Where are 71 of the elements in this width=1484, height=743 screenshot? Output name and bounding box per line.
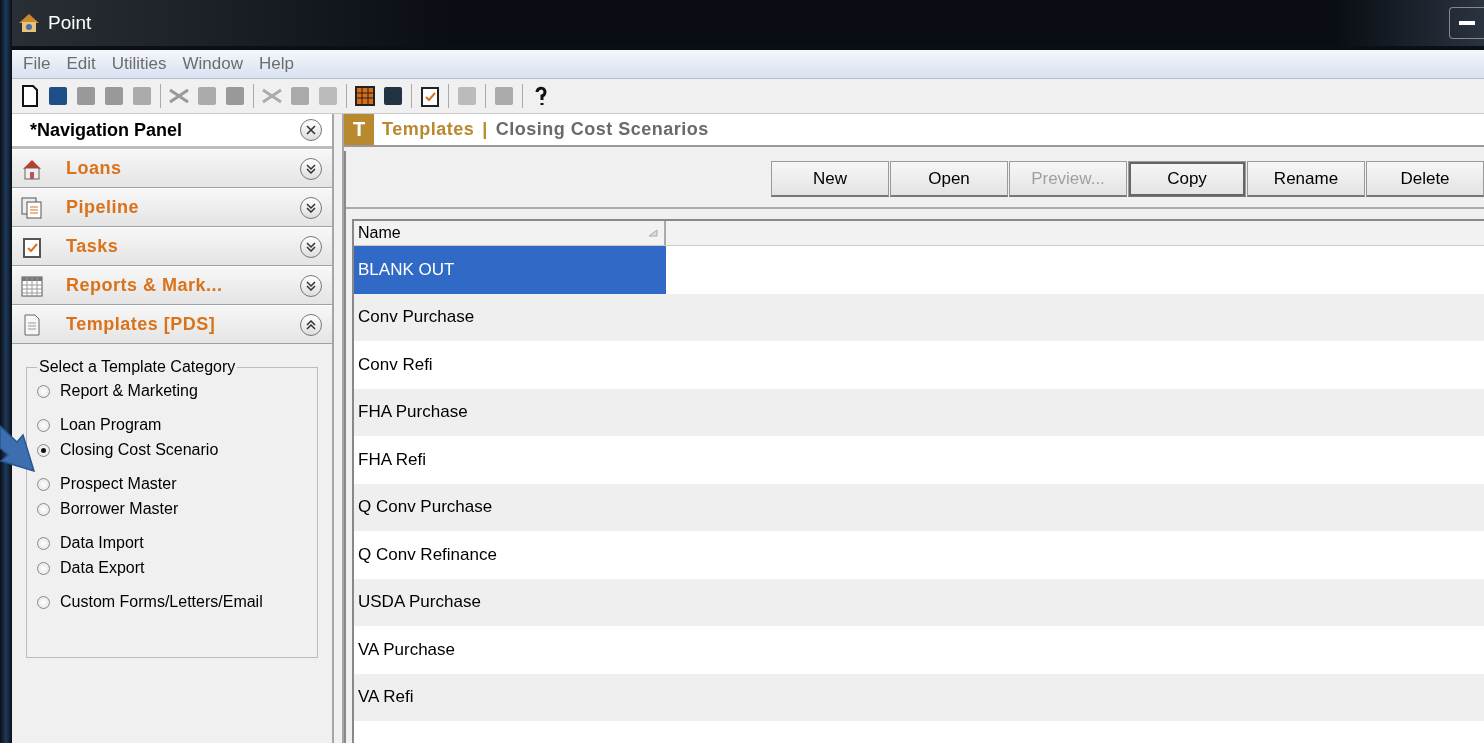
option-label: Data Export — [60, 559, 145, 577]
action-button[interactable]: Rename — [1247, 161, 1365, 197]
radio-option[interactable]: Borrower Master — [37, 500, 307, 518]
action-button[interactable]: Open — [890, 161, 1008, 197]
stacked-pages-icon — [20, 195, 44, 220]
group-title: Select a Template Category — [38, 358, 237, 376]
clipboard-check-icon[interactable] — [418, 84, 442, 108]
panel-title: *Navigation Panel — [30, 119, 183, 141]
radio-option[interactable]: Data Export — [37, 559, 307, 577]
radio-button[interactable] — [37, 595, 50, 609]
expand-button[interactable] — [300, 196, 322, 219]
table-cell[interactable]: Q Conv Refinance — [354, 531, 666, 579]
menu-item[interactable]: File — [16, 54, 58, 74]
radio-button[interactable] — [37, 502, 50, 516]
radio-button[interactable] — [37, 477, 50, 491]
minimize-icon — [1459, 21, 1475, 25]
radio-option[interactable]: Custom Forms/Letters/Email — [37, 593, 307, 611]
chevron-down-icon — [306, 202, 316, 213]
radio-button[interactable] — [37, 418, 50, 432]
radio-option[interactable]: Prospect Master — [37, 475, 307, 493]
close-icon — [306, 125, 316, 135]
window-title: Point — [48, 12, 92, 34]
sort-icon — [648, 229, 658, 237]
minimize-button[interactable] — [1449, 7, 1484, 39]
radio-button[interactable] — [37, 561, 50, 575]
expand-button[interactable] — [300, 235, 322, 258]
radio-button[interactable] — [37, 536, 50, 550]
section-badge: T — [344, 114, 374, 145]
option-label: Prospect Master — [60, 475, 177, 493]
table-cell[interactable]: Conv Refi — [354, 341, 666, 389]
calculator-icon[interactable] — [353, 84, 377, 108]
table-cell[interactable]: BLANK OUT — [354, 246, 666, 294]
breadcrumb-separator: | — [482, 119, 488, 140]
breadcrumb-section: Templates — [382, 119, 475, 140]
radio-option[interactable]: Report & Marketing — [37, 382, 307, 400]
menu-item[interactable]: Window — [175, 54, 250, 74]
chevron-up-icon — [306, 319, 316, 330]
radio-option[interactable]: Data Import — [37, 534, 307, 552]
action-button[interactable]: Copy — [1128, 161, 1246, 197]
section-label: Pipeline — [66, 197, 141, 218]
expand-button[interactable] — [300, 274, 322, 297]
menu-item[interactable]: Edit — [59, 54, 103, 74]
radio-option[interactable]: Loan Program — [37, 416, 307, 434]
page-title: Closing Cost Scenarios — [495, 119, 709, 140]
menu-item[interactable]: Help — [251, 54, 301, 74]
radio-option[interactable]: Closing Cost Scenario — [37, 441, 307, 459]
expand-button[interactable] — [300, 157, 322, 180]
option-label: Data Import — [60, 534, 144, 552]
table-cell[interactable]: FHA Refi — [354, 436, 666, 484]
house-logo-icon — [18, 12, 40, 34]
option-label: Custom Forms/Letters/Email — [60, 593, 263, 611]
chevron-down-icon — [306, 280, 316, 291]
collapse-button[interactable] — [300, 313, 322, 336]
option-label: Borrower Master — [60, 500, 179, 518]
section-label: Templates [PDS] — [66, 314, 217, 335]
menu-item[interactable]: Utilities — [104, 54, 174, 74]
radio-button[interactable] — [37, 443, 50, 457]
option-label: Report & Marketing — [60, 382, 198, 400]
close-button[interactable] — [300, 119, 322, 141]
table-cell[interactable]: VA Purchase — [354, 626, 666, 674]
section-label: Tasks — [66, 236, 120, 257]
option-label: Loan Program — [60, 416, 162, 434]
action-button[interactable]: Delete — [1366, 161, 1484, 197]
option-label: Closing Cost Scenario — [60, 441, 219, 459]
section-label: Reports & Mark... — [66, 275, 224, 296]
chevron-down-icon — [306, 241, 316, 252]
action-button[interactable]: New — [771, 161, 889, 197]
radio-button[interactable] — [37, 384, 50, 398]
calendar-grid-icon — [20, 273, 44, 298]
chevron-down-icon — [306, 163, 316, 174]
section-label: Loans — [66, 158, 123, 179]
